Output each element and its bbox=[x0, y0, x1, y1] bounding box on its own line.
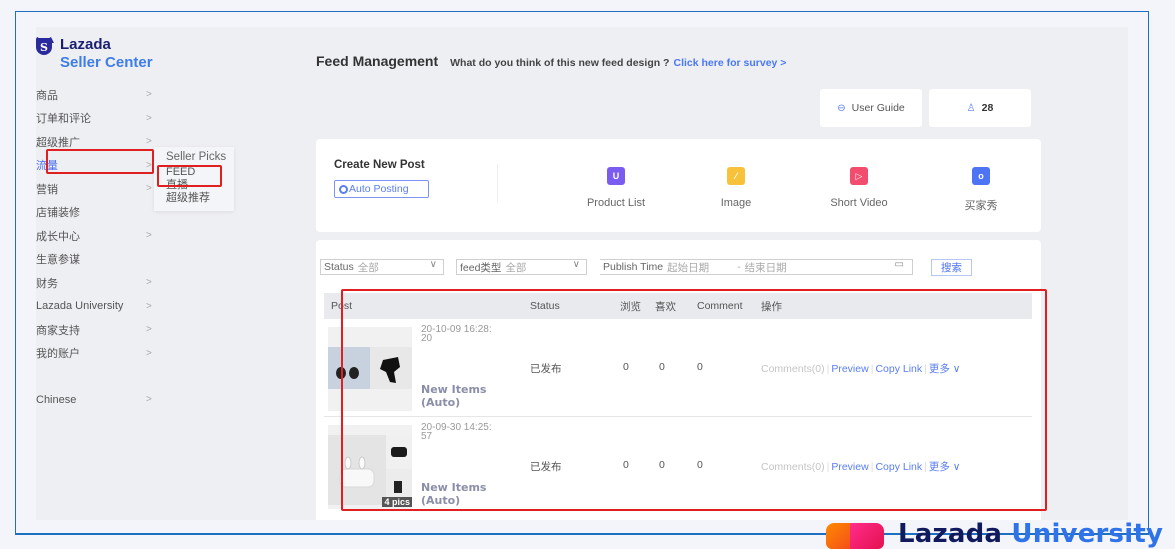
auto-posting-icon bbox=[339, 184, 348, 194]
create-post-title: Create New Post bbox=[334, 159, 425, 171]
lazada-badge-icon: S bbox=[36, 38, 52, 55]
post-type-short-video[interactable]: ▷ Short Video bbox=[814, 167, 904, 209]
chevron-down-icon: ∨ bbox=[572, 259, 580, 270]
lazada-logo[interactable]: S Lazada Seller Center bbox=[36, 36, 153, 72]
post-type-image[interactable]: ⁄ Image bbox=[691, 167, 781, 209]
chevron-right-icon: > bbox=[146, 300, 152, 312]
chevron-right-icon: > bbox=[146, 89, 152, 101]
sidebar-item-business-advisor[interactable]: 生意参谋 bbox=[36, 248, 156, 272]
followers-count-button[interactable]: ♙ 28 bbox=[929, 89, 1031, 127]
sidebar-item-seller-support[interactable]: 商家支持 > bbox=[36, 318, 156, 342]
guide-icon: ⊖ bbox=[837, 102, 846, 114]
survey-link[interactable]: Click here for survey > bbox=[673, 57, 786, 69]
sidebar-item-store-decoration[interactable]: 店铺装修 bbox=[36, 201, 156, 225]
sidebar: S Lazada Seller Center 商品 > 订单和评论 > 超级推广 > … bbox=[36, 27, 301, 520]
logo-product-text: Seller Center bbox=[60, 54, 153, 71]
feed-type-filter-select[interactable]: feed类型 全部 ∨ bbox=[456, 259, 587, 275]
buyer-show-icon: o bbox=[972, 167, 990, 185]
create-post-card: Create New Post Auto Posting U Product L… bbox=[316, 139, 1041, 232]
language-selector[interactable]: Chinese > bbox=[36, 388, 156, 412]
user-guide-button[interactable]: ⊖ User Guide bbox=[820, 89, 922, 127]
lazada-heart-icon bbox=[826, 519, 886, 549]
chevron-right-icon: > bbox=[146, 347, 152, 359]
calendar-icon[interactable]: ▭ bbox=[895, 259, 904, 270]
post-type-buyer-show[interactable]: o 买家秀 bbox=[936, 167, 1026, 213]
search-button[interactable]: 搜索 bbox=[931, 259, 972, 276]
chevron-down-icon: ∨ bbox=[429, 259, 437, 270]
submenu-header-seller-picks[interactable]: Seller Picks bbox=[166, 151, 234, 164]
submenu-item-super-recommend[interactable]: 超级推荐 bbox=[166, 192, 234, 205]
auto-posting-button[interactable]: Auto Posting bbox=[334, 180, 429, 198]
sidebar-item-lazada-university[interactable]: Lazada University > bbox=[36, 295, 156, 319]
chevron-right-icon: > bbox=[146, 112, 152, 124]
chevron-right-icon: > bbox=[146, 136, 152, 148]
status-filter-select[interactable]: Status 全部 ∨ bbox=[320, 259, 444, 275]
sidebar-item-products[interactable]: 商品 > bbox=[36, 83, 156, 107]
start-date-input[interactable]: 起始日期 bbox=[667, 260, 709, 275]
sidebar-item-growth-center[interactable]: 成长中心 > bbox=[36, 224, 156, 248]
divider bbox=[497, 164, 498, 202]
post-type-product-list[interactable]: U Product List bbox=[571, 167, 661, 209]
sidebar-menu: 商品 > 订单和评论 > 超级推广 > 流量 > 营销 > 店铺装修 成长中心 > 生意参谋… bbox=[36, 83, 156, 412]
sidebar-item-marketing[interactable]: 营销 > bbox=[36, 177, 156, 201]
page-header: Feed Management What do you think of thi… bbox=[316, 53, 786, 69]
image-icon: ⁄ bbox=[727, 167, 745, 185]
publish-time-range-input[interactable]: Publish Time 起始日期 - 结束日期 ▭ bbox=[600, 259, 913, 275]
annotation-highlight-table bbox=[341, 289, 1047, 511]
logo-brand-text: Lazada bbox=[60, 36, 111, 53]
sidebar-item-finance[interactable]: 财务 > bbox=[36, 271, 156, 295]
sidebar-item-my-account[interactable]: 我的账户 > bbox=[36, 342, 156, 366]
survey-question: What do you think of this new feed desig… bbox=[450, 57, 670, 69]
chevron-right-icon: > bbox=[146, 230, 152, 242]
annotation-highlight-feed bbox=[157, 165, 222, 187]
shopping-bag-icon: U bbox=[607, 167, 625, 185]
sidebar-item-orders-reviews[interactable]: 订单和评论 > bbox=[36, 107, 156, 131]
chevron-right-icon: > bbox=[146, 394, 152, 406]
lazada-university-logo: Lazada University bbox=[826, 519, 1163, 549]
end-date-input[interactable]: 结束日期 bbox=[745, 260, 787, 275]
user-icon: ♙ bbox=[966, 102, 976, 114]
chevron-right-icon: > bbox=[146, 324, 152, 336]
page-title: Feed Management bbox=[316, 53, 439, 69]
video-icon: ▷ bbox=[850, 167, 868, 185]
annotation-highlight-traffic bbox=[46, 149, 154, 174]
chevron-right-icon: > bbox=[146, 277, 152, 289]
chevron-right-icon: > bbox=[146, 183, 152, 195]
